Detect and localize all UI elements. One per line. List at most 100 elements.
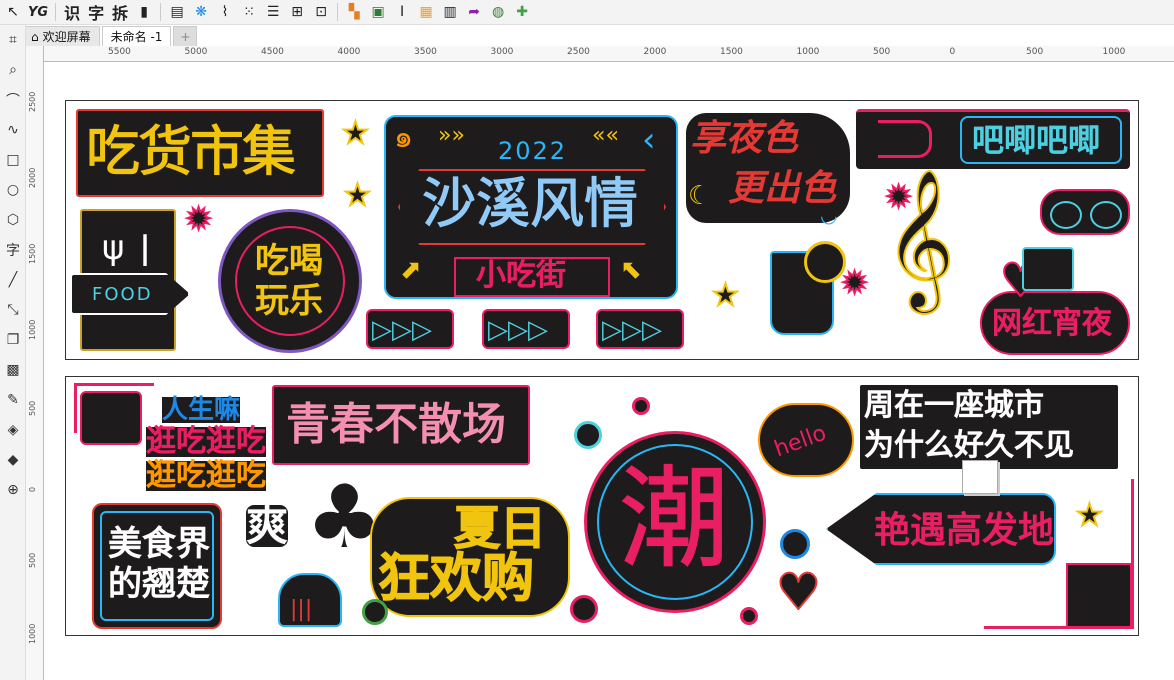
add-tool-icon[interactable]: ⊕ bbox=[0, 475, 26, 505]
curve-icon[interactable]: ⌇ bbox=[214, 1, 236, 23]
yg-button[interactable]: YG bbox=[26, 1, 50, 23]
summer-text-1: 夏日 bbox=[453, 501, 546, 555]
play-arrows-2[interactable]: ▷▷▷ bbox=[482, 309, 570, 349]
artboard-bottom[interactable]: 人生嘛 逛吃逛吃 逛吃逛吃 青春不散场 hello 周在一座城市 为什么好久不见… bbox=[65, 376, 1139, 636]
bezier-icon[interactable]: ∿ bbox=[0, 115, 26, 145]
globe-icon[interactable]: ◍ bbox=[487, 1, 509, 23]
text-align-icon[interactable]: Ⅰ bbox=[391, 1, 413, 23]
sunglasses-icon[interactable] bbox=[1040, 189, 1130, 235]
add-tab-button[interactable]: + bbox=[173, 26, 198, 46]
ellipse-icon[interactable]: ○ bbox=[0, 175, 26, 205]
home-icon: ⌂ bbox=[31, 29, 39, 44]
dot-decoration bbox=[574, 421, 602, 449]
shaxi-text: 沙溪风情 bbox=[421, 172, 638, 235]
ruler-h-label: 3000 bbox=[490, 47, 514, 57]
vertical-ruler: 2500 2000 1500 1000 500 0 500 1000 bbox=[26, 46, 44, 680]
sign-summer[interactable]: 夏日 狂欢购 bbox=[370, 497, 570, 617]
horizontal-ruler: 5500 5000 4500 4000 3500 3000 2500 2000 1500 1000… bbox=[44, 46, 1174, 62]
freehand-icon[interactable]: ⌒ bbox=[0, 85, 26, 115]
chevrons-icon: «« bbox=[592, 123, 619, 148]
selection-box[interactable] bbox=[962, 460, 998, 494]
baji-squiggle bbox=[878, 120, 932, 158]
eyedropper-icon[interactable]: ✎ bbox=[0, 385, 26, 415]
document-tabs: ⌂ 欢迎屏幕 未命名 -1 + bbox=[22, 25, 198, 46]
city-text-2: 为什么好久不见 bbox=[863, 428, 1074, 463]
drawing-canvas[interactable]: 吃货市集 ψ ǀ FOOD 吃喝 玩乐 ★ ★ ✹ ๑ »» «« ‹ 2022… bbox=[44, 62, 1174, 680]
sign-chihe-wanle[interactable]: 吃喝 玩乐 bbox=[218, 209, 362, 353]
crop-icon[interactable]: ⌗ bbox=[0, 25, 26, 55]
chihe-text-1: 吃喝 bbox=[254, 241, 323, 281]
ruler-v-label: 1000 bbox=[28, 623, 37, 644]
splash-decoration: ✹ bbox=[841, 266, 868, 301]
toolbar-separator bbox=[160, 3, 162, 21]
corner-block bbox=[80, 391, 142, 445]
knife-icon: ǀ bbox=[140, 228, 151, 268]
barcode-icon[interactable]: ▥ bbox=[439, 1, 461, 23]
sign-meishi[interactable]: 美食界 的翘楚 bbox=[92, 503, 222, 629]
guangchi-text-1: 逛吃逛吃 bbox=[145, 424, 266, 459]
color-blocks-icon[interactable]: ▚ bbox=[343, 1, 365, 23]
heart-arrow-icon: ♥ bbox=[775, 563, 822, 621]
table-icon[interactable]: ▤ bbox=[166, 1, 188, 23]
sign-city[interactable]: 周在一座城市 为什么好久不见 bbox=[860, 385, 1118, 469]
cake-stripes: ||| bbox=[290, 597, 313, 622]
plugin-icon[interactable]: ✚ bbox=[511, 1, 533, 23]
image-icon[interactable]: ▣ bbox=[367, 1, 389, 23]
city-text-1: 周在一座城市 bbox=[863, 388, 1044, 423]
sign-qingchun[interactable]: 青春不散场 bbox=[272, 385, 530, 465]
sign-chihuo-shiji[interactable]: 吃货市集 bbox=[76, 109, 324, 197]
clipboard-icon[interactable]: ▮ bbox=[133, 1, 155, 23]
ruler-v-label: 500 bbox=[28, 552, 37, 568]
shadow-icon[interactable]: ❐ bbox=[0, 325, 26, 355]
arrow-icon[interactable]: ➦ bbox=[463, 1, 485, 23]
lines-icon[interactable]: ☰ bbox=[262, 1, 284, 23]
chihuo-text: 吃货市集 bbox=[85, 120, 296, 183]
dot-decoration bbox=[570, 595, 598, 623]
artboard-top[interactable]: 吃货市集 ψ ǀ FOOD 吃喝 玩乐 ★ ★ ✹ ๑ »» «« ‹ 2022… bbox=[65, 100, 1139, 360]
corner-line-decoration bbox=[984, 479, 1134, 629]
play-arrows-icon: ▷▷▷ bbox=[488, 315, 548, 345]
list-icon[interactable]: ▦ bbox=[415, 1, 437, 23]
cake-icon[interactable]: ||| bbox=[278, 573, 342, 627]
ruler-h-label: 2000 bbox=[643, 47, 667, 57]
hello-cloud[interactable]: hello bbox=[758, 403, 854, 477]
grid-icon[interactable]: ⊞ bbox=[286, 1, 308, 23]
zoom-icon[interactable]: ⌕ bbox=[0, 55, 26, 85]
food-arrow[interactable]: FOOD bbox=[70, 273, 190, 315]
line-icon[interactable]: ╱ bbox=[0, 265, 26, 295]
ruler-v-label: 2000 bbox=[28, 167, 37, 188]
transparency-icon[interactable]: ▩ bbox=[0, 355, 26, 385]
ruler-h-label: 5500 bbox=[108, 47, 131, 57]
xiangyese-text-1: 享夜色 bbox=[689, 118, 799, 159]
guangchi-text-2: 逛吃逛吃 bbox=[145, 458, 266, 493]
sign-shaxi-fengqing[interactable]: ๑ »» «« ‹ 2022 沙溪风情 ⬈ ⬉ 小吃街 bbox=[384, 115, 678, 299]
pick-tool-icon[interactable]: ↖ bbox=[2, 1, 24, 23]
play-arrows-3[interactable]: ▷▷▷ bbox=[596, 309, 684, 349]
tab-welcome[interactable]: ⌂ 欢迎屏幕 bbox=[22, 26, 100, 46]
guitar-icon[interactable]: 𝄞 bbox=[883, 178, 956, 300]
fill-icon[interactable]: ◈ bbox=[0, 415, 26, 445]
banana-icon: ☾ bbox=[688, 181, 712, 211]
toolbox: ⌗ ⌕ ⌒ ∿ □ ○ ⬡ 字 ╱ ⤡ ❐ ▩ ✎ ◈ ◆ ⊕ bbox=[0, 25, 26, 680]
year-text: 2022 bbox=[498, 137, 568, 165]
sign-chao[interactable]: 潮 bbox=[584, 431, 766, 613]
select-icon[interactable]: ⊡ bbox=[310, 1, 332, 23]
zi-button[interactable]: 字 bbox=[85, 1, 107, 23]
sign-baji-baji[interactable]: 吧唧吧唧 bbox=[856, 109, 1130, 169]
ruler-v-label: 0 bbox=[28, 486, 37, 492]
polygon-icon[interactable]: ⬡ bbox=[0, 205, 26, 235]
rectangle-icon[interactable]: □ bbox=[0, 145, 26, 175]
ruler-h-label: 1500 bbox=[720, 47, 743, 57]
smart-fill-icon[interactable]: ◆ bbox=[0, 445, 26, 475]
play-arrows-1[interactable]: ▷▷▷ bbox=[366, 309, 454, 349]
tab-label: 未命名 -1 bbox=[110, 30, 163, 44]
text-tool-icon[interactable]: 字 bbox=[0, 235, 26, 265]
connector-icon[interactable]: ⤡ bbox=[0, 295, 26, 325]
tab-document[interactable]: 未命名 -1 bbox=[101, 26, 172, 46]
shi-button[interactable]: 识 bbox=[61, 1, 83, 23]
pattern-icon[interactable]: ❋ bbox=[190, 1, 212, 23]
chai-button[interactable]: 拆 bbox=[109, 1, 131, 23]
dots-icon[interactable]: ⁙ bbox=[238, 1, 260, 23]
cube-icon bbox=[1022, 247, 1074, 291]
sign-xiangyese[interactable]: 享夜色 更出色 ☾ ◡ bbox=[686, 113, 850, 225]
